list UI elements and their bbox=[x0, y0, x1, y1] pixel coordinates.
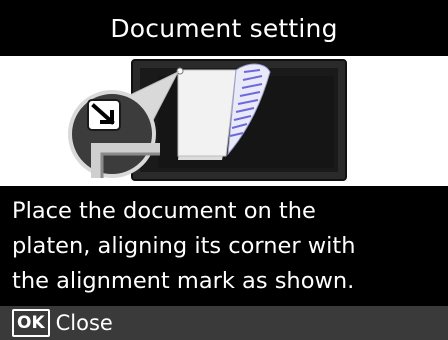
instruction-message: Place the document on the platen, aligni… bbox=[0, 186, 448, 306]
placement-illustration bbox=[0, 56, 448, 186]
close-label: Close bbox=[55, 311, 113, 335]
document-on-platen-illustration bbox=[68, 59, 347, 181]
footer-bar: OK Close bbox=[0, 306, 448, 340]
screen-title: Document setting bbox=[0, 0, 448, 56]
alignment-arrow-icon bbox=[87, 99, 121, 131]
ok-button[interactable]: OK bbox=[12, 309, 50, 337]
document-setting-screen: Document setting Place the document on t… bbox=[0, 0, 448, 340]
